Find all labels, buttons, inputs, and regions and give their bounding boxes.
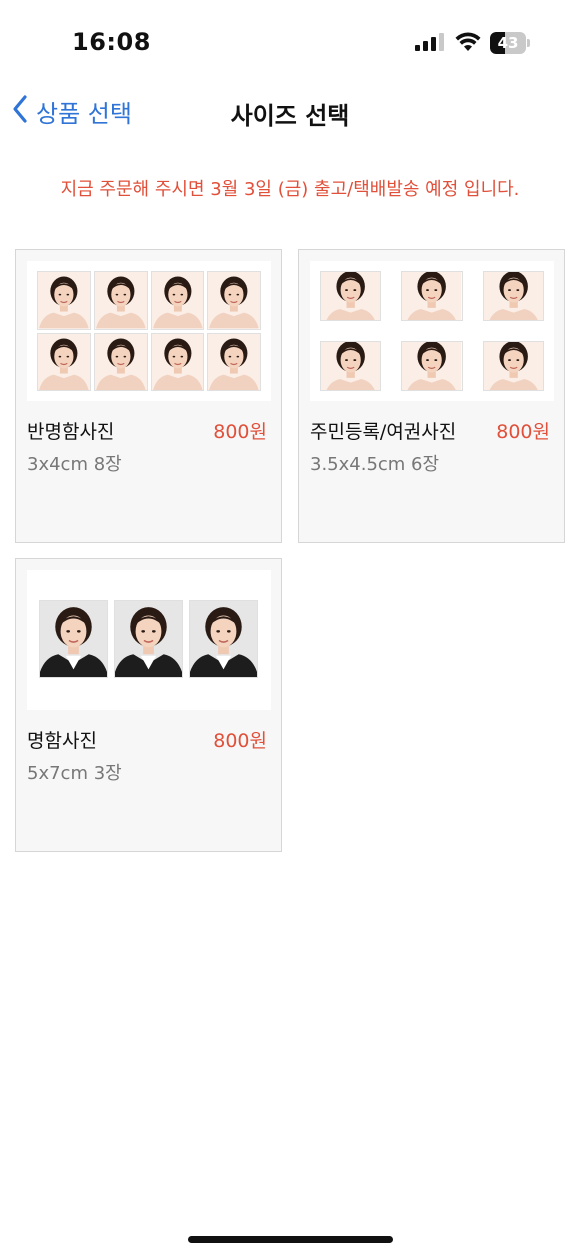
sample-photo <box>150 332 205 391</box>
product-price: 800원 <box>213 421 267 443</box>
product-card-id-passport[interactable]: 주민등록/여권사진 800원 3.5x4.5cm 6장 <box>298 249 565 543</box>
battery-icon: 43 <box>490 32 530 54</box>
status-bar: 16:08 43 <box>0 0 580 80</box>
sample-photo <box>207 271 261 330</box>
nav-bar: 사이즈 선택 상품 선택 <box>0 80 580 140</box>
product-price: 800원 <box>213 730 267 752</box>
product-price: 800원 <box>496 421 550 443</box>
product-spec: 3x4cm 8장 <box>27 454 122 475</box>
sample-photo <box>39 600 108 678</box>
sample-photo <box>150 271 205 330</box>
sample-photo <box>37 332 91 391</box>
product-card-half-business[interactable]: 반명함사진 800원 3x4cm 8장 <box>15 249 282 543</box>
product-photo-preview <box>310 261 554 401</box>
product-card-business[interactable]: 명함사진 800원 5x7cm 3장 <box>15 558 282 852</box>
product-name: 반명함사진 <box>27 421 115 443</box>
product-name: 주민등록/여권사진 <box>310 421 457 443</box>
sample-photo <box>114 600 183 678</box>
sample-photo <box>320 271 382 321</box>
sample-photo <box>320 341 382 391</box>
sample-photo <box>207 332 261 391</box>
sample-photo <box>401 271 463 321</box>
sample-photo <box>401 341 463 391</box>
product-photo-preview <box>27 570 271 710</box>
product-photo-preview <box>27 261 271 401</box>
wifi-icon <box>455 32 481 56</box>
sample-photo <box>189 600 258 678</box>
sample-photo <box>93 271 148 330</box>
product-spec: 3.5x4.5cm 6장 <box>310 454 440 475</box>
sample-photo <box>93 332 148 391</box>
sample-photo <box>482 271 544 321</box>
product-spec: 5x7cm 3장 <box>27 763 122 784</box>
sample-photo <box>482 341 544 391</box>
home-indicator <box>188 1236 393 1243</box>
product-name: 명함사진 <box>27 730 97 752</box>
back-button[interactable]: 상품 선택 <box>12 94 132 128</box>
chevron-left-icon <box>12 94 36 128</box>
status-time: 16:08 <box>72 28 151 56</box>
battery-level: 43 <box>497 34 519 52</box>
signal-icon <box>415 33 445 55</box>
sample-photo <box>37 271 91 330</box>
back-label: 상품 선택 <box>36 99 132 128</box>
shipping-notice: 지금 주문해 주시면 3월 3일 (금) 출고/택배발송 예정 입니다. <box>60 179 520 200</box>
